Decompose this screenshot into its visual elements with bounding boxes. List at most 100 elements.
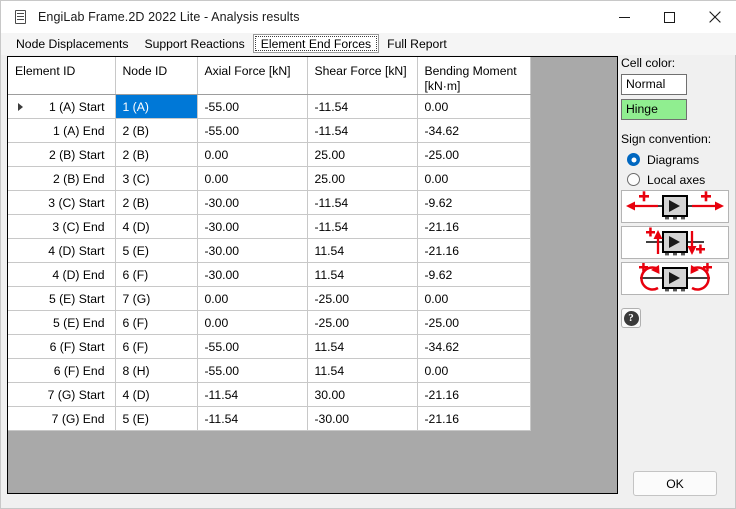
close-button[interactable] xyxy=(692,1,736,33)
column-header-shear-force[interactable]: Shear Force [kN] xyxy=(307,57,418,95)
cell-element-id[interactable]: 1 (A) End xyxy=(8,118,116,143)
column-header-axial-force[interactable]: Axial Force [kN] xyxy=(197,57,308,95)
cell-shear-force[interactable]: -11.54 xyxy=(307,190,418,215)
table-row[interactable]: 1 (A) Start 1 (A) -55.00 -11.54 0.00 xyxy=(8,94,531,119)
radio-local-axes[interactable]: Local axes xyxy=(621,170,731,189)
table-row[interactable]: 6 (F) Start 6 (F) -55.00 11.54 -34.62 xyxy=(8,334,531,359)
table-row[interactable]: 2 (B) Start 2 (B) 0.00 25.00 -25.00 xyxy=(8,142,531,167)
cell-axial-force[interactable]: -30.00 xyxy=(197,190,308,215)
cell-shear-force[interactable]: 11.54 xyxy=(307,334,418,359)
table-row[interactable]: 4 (D) Start 5 (E) -30.00 11.54 -21.16 xyxy=(8,238,531,263)
tab-support-reactions[interactable]: Support Reactions xyxy=(136,34,252,53)
ok-button[interactable]: OK xyxy=(633,471,717,496)
cell-element-id[interactable]: 6 (F) End xyxy=(8,358,116,383)
cell-node-id[interactable]: 2 (B) xyxy=(115,190,198,215)
cell-shear-force[interactable]: -11.54 xyxy=(307,94,418,119)
radio-diagrams[interactable]: Diagrams xyxy=(621,150,731,169)
cell-bending-moment[interactable]: -21.16 xyxy=(417,214,531,239)
cell-shear-force[interactable]: 11.54 xyxy=(307,238,418,263)
cell-element-id[interactable]: 2 (B) Start xyxy=(8,142,116,167)
cell-element-id[interactable]: 4 (D) Start xyxy=(8,238,116,263)
table-row[interactable]: 5 (E) End 6 (F) 0.00 -25.00 -25.00 xyxy=(8,310,531,335)
cell-shear-force[interactable]: -25.00 xyxy=(307,310,418,335)
cell-bending-moment[interactable]: 0.00 xyxy=(417,358,531,383)
cell-axial-force[interactable]: -55.00 xyxy=(197,358,308,383)
maximize-button[interactable] xyxy=(647,1,692,33)
cell-element-id[interactable]: 3 (C) Start xyxy=(8,190,116,215)
cell-node-id[interactable]: 4 (D) xyxy=(115,382,198,407)
help-button[interactable]: ? xyxy=(621,308,641,328)
table-row[interactable]: 3 (C) End 4 (D) -30.00 -11.54 -21.16 xyxy=(8,214,531,239)
table-row[interactable]: 1 (A) End 2 (B) -55.00 -11.54 -34.62 xyxy=(8,118,531,143)
cell-node-id[interactable]: 7 (G) xyxy=(115,286,198,311)
table-row[interactable]: 7 (G) Start 4 (D) -11.54 30.00 -21.16 xyxy=(8,382,531,407)
cell-axial-force[interactable]: -30.00 xyxy=(197,262,308,287)
cell-bending-moment[interactable]: -21.16 xyxy=(417,406,531,431)
cell-element-id[interactable]: 5 (E) Start xyxy=(8,286,116,311)
cell-shear-force[interactable]: 25.00 xyxy=(307,142,418,167)
cell-element-id[interactable]: 6 (F) Start xyxy=(8,334,116,359)
cell-element-id[interactable]: 2 (B) End xyxy=(8,166,116,191)
column-header-element-id[interactable]: Element ID xyxy=(8,57,116,95)
cell-element-id[interactable]: 7 (G) Start xyxy=(8,382,116,407)
cell-axial-force[interactable]: -30.00 xyxy=(197,214,308,239)
cell-color-normal[interactable]: Normal xyxy=(621,74,687,95)
cell-element-id[interactable]: 5 (E) End xyxy=(8,310,116,335)
table-row[interactable]: 5 (E) Start 7 (G) 0.00 -25.00 0.00 xyxy=(8,286,531,311)
cell-axial-force[interactable]: 0.00 xyxy=(197,166,308,191)
cell-node-id[interactable]: 2 (B) xyxy=(115,142,198,167)
tab-element-end-forces[interactable]: Element End Forces xyxy=(252,34,380,53)
cell-shear-force[interactable]: -25.00 xyxy=(307,286,418,311)
cell-node-id[interactable]: 6 (F) xyxy=(115,262,198,287)
results-grid[interactable]: Element ID Node ID Axial Force [kN] Shea… xyxy=(7,56,618,494)
cell-bending-moment[interactable]: -9.62 xyxy=(417,190,531,215)
column-header-bending-moment[interactable]: Bending Moment [kN·m] xyxy=(417,57,531,95)
cell-node-id[interactable]: 2 (B) xyxy=(115,118,198,143)
cell-bending-moment[interactable]: -25.00 xyxy=(417,310,531,335)
table-row[interactable]: 7 (G) End 5 (E) -11.54 -30.00 -21.16 xyxy=(8,406,531,431)
cell-shear-force[interactable]: -11.54 xyxy=(307,118,418,143)
cell-node-id[interactable]: 3 (C) xyxy=(115,166,198,191)
cell-axial-force[interactable]: 0.00 xyxy=(197,286,308,311)
cell-element-id[interactable]: 4 (D) End xyxy=(8,262,116,287)
cell-shear-force[interactable]: 30.00 xyxy=(307,382,418,407)
radio-button-unselected-icon[interactable] xyxy=(627,173,640,186)
cell-axial-force[interactable]: -11.54 xyxy=(197,406,308,431)
table-row[interactable]: 4 (D) End 6 (F) -30.00 11.54 -9.62 xyxy=(8,262,531,287)
cell-node-id[interactable]: 4 (D) xyxy=(115,214,198,239)
cell-bending-moment[interactable]: 0.00 xyxy=(417,286,531,311)
cell-element-id[interactable]: 1 (A) Start xyxy=(8,94,116,119)
cell-node-id[interactable]: 6 (F) xyxy=(115,334,198,359)
cell-node-id[interactable]: 8 (H) xyxy=(115,358,198,383)
minimize-button[interactable] xyxy=(602,1,647,33)
cell-bending-moment[interactable]: -21.16 xyxy=(417,382,531,407)
cell-color-hinge[interactable]: Hinge xyxy=(621,99,687,120)
cell-bending-moment[interactable]: 0.00 xyxy=(417,94,531,119)
cell-shear-force[interactable]: 11.54 xyxy=(307,262,418,287)
column-header-node-id[interactable]: Node ID xyxy=(115,57,198,95)
cell-shear-force[interactable]: 11.54 xyxy=(307,358,418,383)
cell-element-id[interactable]: 7 (G) End xyxy=(8,406,116,431)
cell-axial-force[interactable]: -55.00 xyxy=(197,118,308,143)
cell-bending-moment[interactable]: -34.62 xyxy=(417,334,531,359)
cell-shear-force[interactable]: -11.54 xyxy=(307,214,418,239)
cell-node-id[interactable]: 5 (E) xyxy=(115,238,198,263)
tab-node-displacements[interactable]: Node Displacements xyxy=(8,34,136,53)
cell-bending-moment[interactable]: -25.00 xyxy=(417,142,531,167)
table-row[interactable]: 2 (B) End 3 (C) 0.00 25.00 0.00 xyxy=(8,166,531,191)
cell-bending-moment[interactable]: 0.00 xyxy=(417,166,531,191)
tab-full-report[interactable]: Full Report xyxy=(379,34,455,53)
cell-axial-force[interactable]: -30.00 xyxy=(197,238,308,263)
cell-axial-force[interactable]: -55.00 xyxy=(197,94,308,119)
cell-bending-moment[interactable]: -9.62 xyxy=(417,262,531,287)
cell-bending-moment[interactable]: -21.16 xyxy=(417,238,531,263)
cell-shear-force[interactable]: 25.00 xyxy=(307,166,418,191)
cell-node-id[interactable]: 5 (E) xyxy=(115,406,198,431)
cell-axial-force[interactable]: -11.54 xyxy=(197,382,308,407)
cell-node-id[interactable]: 1 (A) xyxy=(115,94,198,119)
cell-axial-force[interactable]: 0.00 xyxy=(197,310,308,335)
cell-node-id[interactable]: 6 (F) xyxy=(115,310,198,335)
cell-bending-moment[interactable]: -34.62 xyxy=(417,118,531,143)
table-row[interactable]: 6 (F) End 8 (H) -55.00 11.54 0.00 xyxy=(8,358,531,383)
cell-axial-force[interactable]: -55.00 xyxy=(197,334,308,359)
